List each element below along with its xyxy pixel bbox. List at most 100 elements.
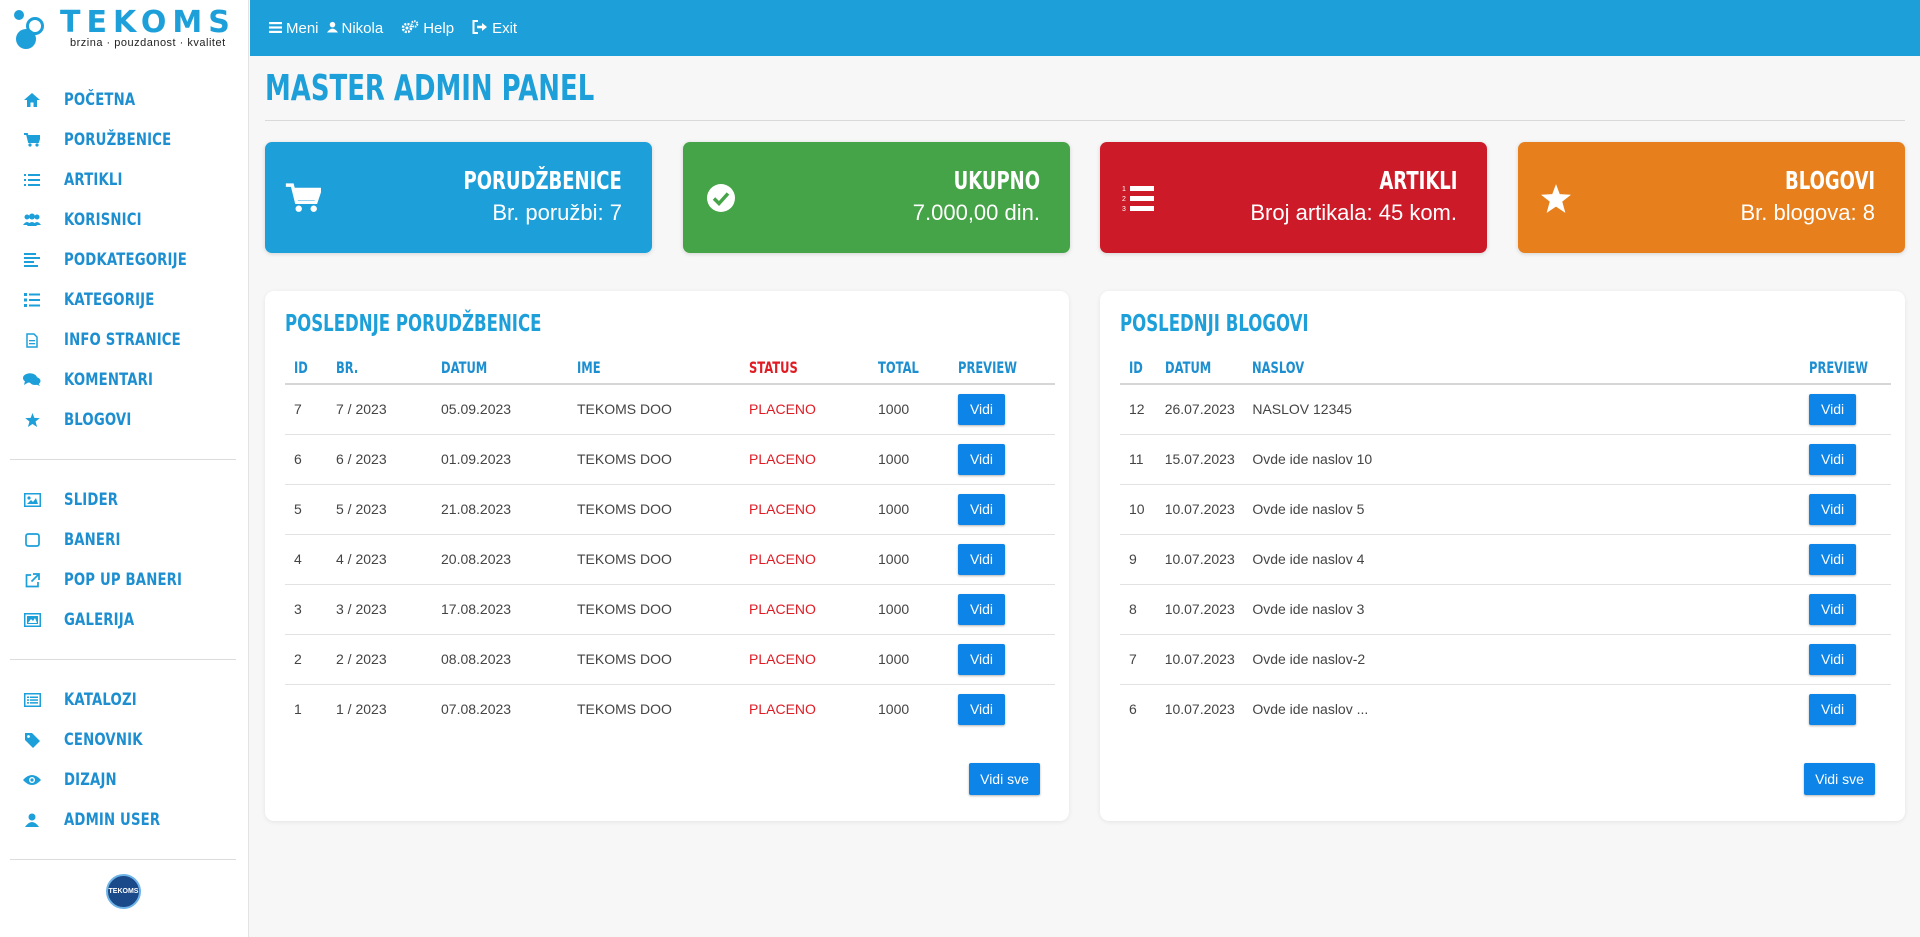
order-date: 08.08.2023 — [432, 634, 568, 685]
orders-table: ID BR. DATUM IME STATUS TOTAL PREVIEW 7 … — [285, 351, 1055, 734]
table-row: 2 2 / 2023 08.08.2023 TEKOMS DOO PLACENO… — [285, 634, 1055, 685]
menu-icon — [269, 20, 282, 36]
sidebar-item-poruzbenice[interactable]: PORUŽBENICE — [0, 120, 248, 160]
image-icon — [22, 491, 42, 509]
sidebar-item-galerija[interactable]: GALERIJA — [0, 600, 248, 640]
tag-icon — [22, 731, 42, 749]
sidebar-item-blogovi[interactable]: BLOGOVI — [0, 400, 248, 440]
table-row: 10 10.07.2023 Ovde ide naslov 5 Vidi — [1120, 484, 1891, 535]
sidebar-item-label: GALERIJA — [64, 610, 135, 630]
topbar-help-button[interactable]: Help — [401, 20, 454, 37]
orders-panel: POSLEDNJE PORUDŽBENICE ID BR. DATUM IME … — [265, 291, 1069, 821]
column-header: IME — [568, 351, 740, 385]
view-blog-button[interactable]: Vidi — [1809, 443, 1857, 475]
sidebar-item-baneri[interactable]: BANERI — [0, 520, 248, 560]
stat-value: 7.000,00 din. — [912, 200, 1040, 225]
order-number: 1 / 2023 — [336, 701, 387, 718]
blog-id: 12 — [1120, 384, 1156, 435]
title-divider — [265, 120, 1905, 121]
stat-title: ARTIKLI — [1378, 166, 1457, 195]
exit-icon — [472, 19, 488, 37]
list-ordered-icon — [22, 171, 42, 189]
home-icon — [22, 91, 42, 109]
sidebar-item-label: ARTIKLI — [64, 170, 123, 190]
logo[interactable]: TEKOMS brzina · pouzdanost · kvalitet — [0, 0, 248, 56]
stat-card-ukupno[interactable]: UKUPNO 7.000,00 din. — [683, 142, 1070, 253]
sidebar-item-kategorije[interactable]: KATEGORIJE — [0, 280, 248, 320]
stat-value: Broj artikala: 45 kom. — [1250, 200, 1457, 225]
stat-card-blogovi[interactable]: BLOGOVI Br. blogova: 8 — [1518, 142, 1905, 253]
sidebar-item-label: KOMENTARI — [64, 370, 154, 390]
table-header-row: ID DATUM NASLOV PREVIEW — [1120, 351, 1891, 385]
sidebar-item-label: DIZAJN — [64, 770, 117, 790]
order-id: 5 — [285, 484, 327, 535]
external-link-icon — [22, 571, 42, 589]
blogs-panel: POSLEDNJI BLOGOVI ID DATUM NASLOV PREVIE… — [1100, 291, 1905, 821]
order-status: PLACENO — [740, 434, 869, 485]
view-order-button[interactable]: Vidi — [958, 693, 1005, 725]
view-order-button[interactable]: Vidi — [958, 393, 1005, 425]
sidebar-divider — [10, 859, 236, 860]
sidebar-item-admin-user[interactable]: ADMIN USER — [0, 800, 248, 840]
sidebar-item-pop-up-baneri[interactable]: POP UP BANERI — [0, 560, 248, 600]
view-blog-button[interactable]: Vidi — [1809, 493, 1857, 525]
gallery-icon — [22, 611, 42, 629]
align-left-icon — [22, 251, 42, 269]
column-header: ID — [1120, 351, 1156, 385]
sidebar-item-podkategorije[interactable]: PODKATEGORIJE — [0, 240, 248, 280]
table-row: 9 10.07.2023 Ovde ide naslov 4 Vidi — [1120, 534, 1891, 585]
sidebar-item-katalozi[interactable]: KATALOZI — [0, 680, 248, 720]
view-blog-button[interactable]: Vidi — [1809, 643, 1857, 675]
table-row: 8 10.07.2023 Ovde ide naslov 3 Vidi — [1120, 584, 1891, 635]
view-blog-button[interactable]: Vidi — [1809, 593, 1857, 625]
order-id: 4 — [285, 534, 327, 585]
sidebar-item-cenovnik[interactable]: CENOVNIK — [0, 720, 248, 760]
sidebar-item-korisnici[interactable]: KORISNICI — [0, 200, 248, 240]
order-status: PLACENO — [740, 534, 869, 585]
view-order-button[interactable]: Vidi — [958, 593, 1005, 625]
order-total: 1000 — [869, 484, 949, 535]
list-icon — [22, 291, 42, 309]
sidebar-item-slider[interactable]: SLIDER — [0, 480, 248, 520]
view-blog-button[interactable]: Vidi — [1809, 543, 1857, 575]
order-id: 7 — [285, 384, 327, 435]
blog-title: Ovde ide naslov 3 — [1243, 584, 1801, 635]
blog-id: 8 — [1120, 584, 1156, 635]
view-order-button[interactable]: Vidi — [958, 643, 1005, 675]
view-order-button[interactable]: Vidi — [958, 493, 1005, 525]
stat-title: UKUPNO — [953, 166, 1040, 195]
view-blog-button[interactable]: Vidi — [1809, 693, 1857, 725]
order-id: 2 — [285, 634, 327, 685]
topbar-exit-button[interactable]: Exit — [472, 19, 517, 37]
topbar-user-button[interactable]: Nikola — [326, 20, 383, 37]
catalog-icon — [22, 691, 42, 709]
order-id: 6 — [285, 434, 327, 485]
stat-card-artikli[interactable]: 1 2 3 ARTIKLI Broj artikala: 45 kom. — [1100, 142, 1487, 253]
table-row: 4 4 / 2023 20.08.2023 TEKOMS DOO PLACENO… — [285, 534, 1055, 585]
view-order-button[interactable]: Vidi — [958, 543, 1005, 575]
user-icon — [326, 20, 338, 36]
blog-title: Ovde ide naslov 10 — [1243, 434, 1801, 485]
view-blog-button[interactable]: Vidi — [1809, 393, 1857, 425]
order-number: 3 / 2023 — [327, 584, 432, 635]
sidebar-item-pocetna[interactable]: POČETNA — [0, 80, 248, 120]
sidebar-item-komentari[interactable]: KOMENTARI — [0, 360, 248, 400]
sidebar-item-info-stranice[interactable]: INFO STRANICE — [0, 320, 248, 360]
sidebar-item-label: KATEGORIJE — [64, 290, 155, 310]
view-all-blogs-button[interactable]: Vidi sve — [1804, 763, 1875, 795]
sidebar-item-label: CENOVNIK — [64, 730, 143, 750]
users-icon — [22, 211, 42, 229]
view-order-button[interactable]: Vidi — [958, 443, 1005, 475]
order-status: PLACENO — [740, 584, 869, 635]
blog-id: 10 — [1120, 484, 1156, 535]
topbar-menu-button[interactable]: Meni — [269, 20, 319, 37]
table-row: 11 15.07.2023 Ovde ide naslov 10 Vidi — [1120, 434, 1891, 485]
topbar-menu-label: Meni — [286, 19, 319, 37]
sidebar-item-artikli[interactable]: ARTIKLI — [0, 160, 248, 200]
topbar: Meni Nikola Help Exit — [250, 0, 1920, 56]
gears-icon — [401, 19, 419, 37]
order-status: PLACENO — [749, 701, 816, 718]
sidebar-item-dizajn[interactable]: DIZAJN — [0, 760, 248, 800]
view-all-orders-button[interactable]: Vidi sve — [969, 763, 1040, 795]
stat-card-porudzbenice[interactable]: PORUDŽBENICE Br. poružbi: 7 — [265, 142, 652, 253]
